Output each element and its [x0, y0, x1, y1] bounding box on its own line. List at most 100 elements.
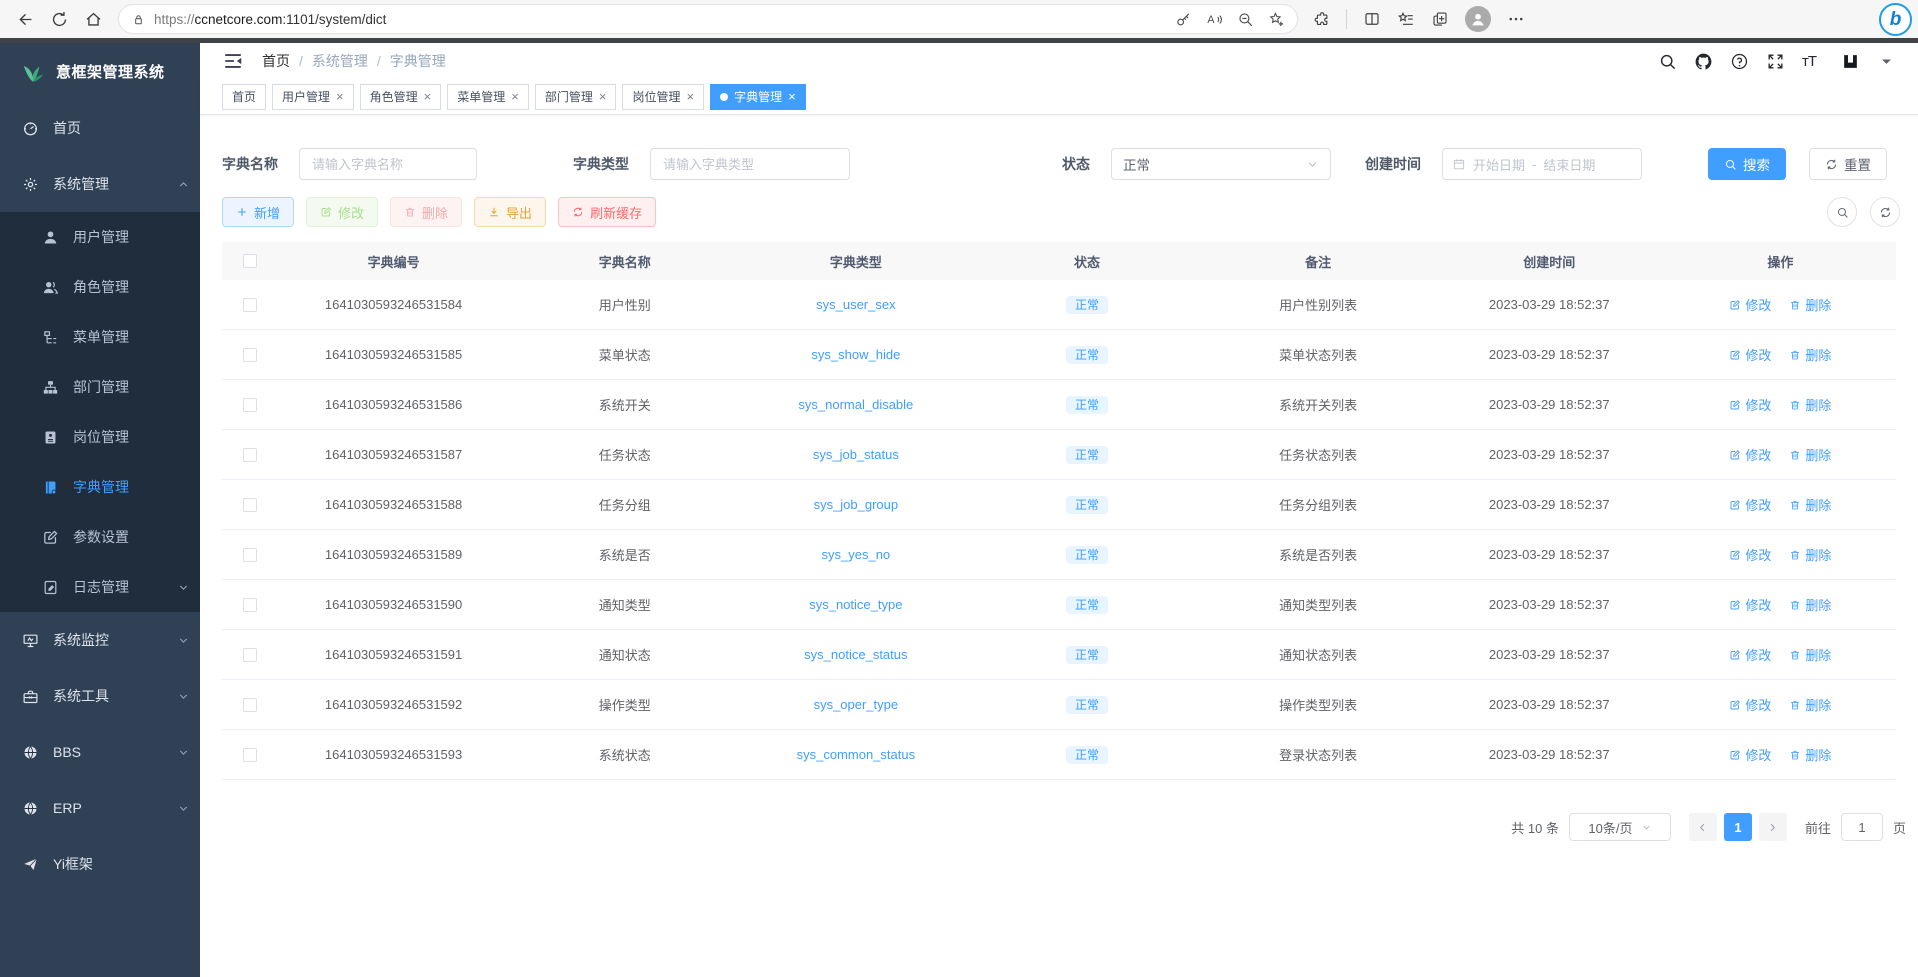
tab-字典管理[interactable]: 字典管理× — [710, 84, 806, 110]
tab-菜单管理[interactable]: 菜单管理× — [447, 84, 529, 110]
row-checkbox[interactable] — [243, 748, 257, 762]
search-button[interactable]: 搜索 — [1708, 148, 1786, 180]
row-edit-link[interactable]: 修改 — [1729, 295, 1771, 314]
row-edit-link[interactable]: 修改 — [1729, 445, 1771, 464]
password-key-icon[interactable] — [1175, 11, 1192, 28]
row-delete-link[interactable]: 删除 — [1789, 345, 1831, 364]
row-delete-link[interactable]: 删除 — [1789, 745, 1831, 764]
next-page-button[interactable] — [1759, 813, 1787, 841]
extensions-icon[interactable] — [1312, 10, 1330, 28]
tab-close-icon[interactable]: × — [336, 89, 344, 104]
row-checkbox[interactable] — [243, 698, 257, 712]
address-bar[interactable]: https://ccnetcore.com:1101/system/dict — [118, 4, 1298, 34]
app-logo[interactable]: 意框架管理系统 — [0, 43, 200, 100]
dict-type-link[interactable]: sys_show_hide — [811, 347, 900, 362]
tab-部门管理[interactable]: 部门管理× — [535, 84, 617, 110]
breadcrumb-home[interactable]: 首页 — [262, 51, 290, 71]
browser-back-button[interactable] — [8, 4, 42, 34]
tab-close-icon[interactable]: × — [788, 89, 796, 104]
row-checkbox[interactable] — [243, 648, 257, 662]
breadcrumb-system[interactable]: 系统管理 — [312, 51, 368, 71]
sidebar-item-menu-management[interactable]: 菜单管理 — [0, 312, 200, 362]
refresh-cache-button[interactable]: 刷新缓存 — [558, 197, 656, 227]
sidebar-item-system-monitor[interactable]: 系统监控 — [0, 612, 200, 668]
status-select[interactable]: 正常 — [1111, 148, 1331, 180]
sidebar-item-erp[interactable]: ERP — [0, 780, 200, 836]
row-delete-link[interactable]: 删除 — [1789, 645, 1831, 664]
sidebar-item-bbs[interactable]: BBS — [0, 724, 200, 780]
sidebar-item-system-management[interactable]: 系统管理 — [0, 156, 200, 212]
row-checkbox[interactable] — [243, 398, 257, 412]
row-checkbox[interactable] — [243, 548, 257, 562]
sidebar-item-dept-management[interactable]: 部门管理 — [0, 362, 200, 412]
dict-name-input[interactable] — [299, 148, 477, 180]
tab-首页[interactable]: 首页 — [222, 84, 266, 110]
dict-type-link[interactable]: sys_job_group — [814, 497, 899, 512]
row-edit-link[interactable]: 修改 — [1729, 745, 1771, 764]
dict-type-link[interactable]: sys_user_sex — [816, 297, 895, 312]
edit-button[interactable]: 修改 — [306, 197, 378, 227]
fullscreen-icon[interactable] — [1766, 52, 1785, 71]
tab-close-icon[interactable]: × — [599, 89, 607, 104]
export-button[interactable]: 导出 — [474, 197, 546, 227]
row-delete-link[interactable]: 删除 — [1789, 395, 1831, 414]
tab-岗位管理[interactable]: 岗位管理× — [622, 84, 704, 110]
sidebar-fold-icon[interactable] — [222, 50, 244, 72]
dict-type-link[interactable]: sys_job_status — [813, 447, 899, 462]
caret-down-icon[interactable] — [1877, 52, 1896, 71]
add-button[interactable]: 新增 — [222, 197, 294, 227]
url-text[interactable]: https://ccnetcore.com:1101/system/dict — [154, 12, 1175, 27]
row-checkbox[interactable] — [243, 348, 257, 362]
font-size-icon[interactable]: тT — [1802, 53, 1816, 70]
dict-type-link[interactable]: sys_normal_disable — [798, 397, 913, 412]
browser-refresh-button[interactable] — [42, 4, 76, 34]
row-edit-link[interactable]: 修改 — [1729, 345, 1771, 364]
row-checkbox[interactable] — [243, 298, 257, 312]
github-icon[interactable] — [1694, 52, 1713, 71]
row-delete-link[interactable]: 删除 — [1789, 445, 1831, 464]
browser-profile-avatar[interactable] — [1465, 6, 1491, 32]
tab-角色管理[interactable]: 角色管理× — [360, 84, 442, 110]
favorites-icon[interactable] — [1397, 10, 1415, 28]
sidebar-item-system-tools[interactable]: 系统工具 — [0, 668, 200, 724]
help-icon[interactable] — [1730, 52, 1749, 71]
dict-type-link[interactable]: sys_notice_status — [804, 647, 907, 662]
select-all-checkbox[interactable] — [243, 254, 257, 268]
row-delete-link[interactable]: 删除 — [1789, 495, 1831, 514]
tab-close-icon[interactable]: × — [511, 89, 519, 104]
row-delete-link[interactable]: 删除 — [1789, 545, 1831, 564]
row-edit-link[interactable]: 修改 — [1729, 395, 1771, 414]
sidebar-item-home[interactable]: 首页 — [0, 100, 200, 156]
tab-用户管理[interactable]: 用户管理× — [272, 84, 354, 110]
dict-type-link[interactable]: sys_notice_type — [809, 597, 902, 612]
row-checkbox[interactable] — [243, 598, 257, 612]
yi-logo[interactable] — [1841, 52, 1860, 71]
tab-close-icon[interactable]: × — [424, 89, 432, 104]
bing-chat-button[interactable]: b — [1879, 3, 1912, 36]
refresh-table-button[interactable] — [1870, 197, 1900, 227]
browser-menu-icon[interactable] — [1507, 10, 1525, 28]
collections-icon[interactable] — [1431, 10, 1449, 28]
split-screen-icon[interactable] — [1363, 10, 1381, 28]
goto-page-input[interactable] — [1841, 813, 1883, 841]
row-edit-link[interactable]: 修改 — [1729, 495, 1771, 514]
dict-type-link[interactable]: sys_oper_type — [814, 697, 899, 712]
date-range-picker[interactable]: 开始日期 - 结束日期 — [1442, 148, 1642, 180]
show-search-toggle-button[interactable] — [1827, 197, 1857, 227]
zoom-out-icon[interactable] — [1237, 11, 1254, 28]
row-edit-link[interactable]: 修改 — [1729, 545, 1771, 564]
sidebar-item-user-management[interactable]: 用户管理 — [0, 212, 200, 262]
sidebar-item-yi-framework[interactable]: Yi框架 — [0, 836, 200, 892]
row-delete-link[interactable]: 删除 — [1789, 695, 1831, 714]
delete-button[interactable]: 删除 — [390, 197, 462, 227]
row-checkbox[interactable] — [243, 498, 257, 512]
row-edit-link[interactable]: 修改 — [1729, 645, 1771, 664]
dict-type-link[interactable]: sys_common_status — [797, 747, 916, 762]
search-icon[interactable] — [1658, 52, 1677, 71]
dict-type-input[interactable] — [650, 148, 850, 180]
sidebar-item-log-management[interactable]: 日志管理 — [0, 562, 200, 612]
row-delete-link[interactable]: 删除 — [1789, 295, 1831, 314]
add-favorite-icon[interactable] — [1268, 11, 1285, 28]
read-aloud-icon[interactable] — [1206, 11, 1223, 28]
row-edit-link[interactable]: 修改 — [1729, 595, 1771, 614]
